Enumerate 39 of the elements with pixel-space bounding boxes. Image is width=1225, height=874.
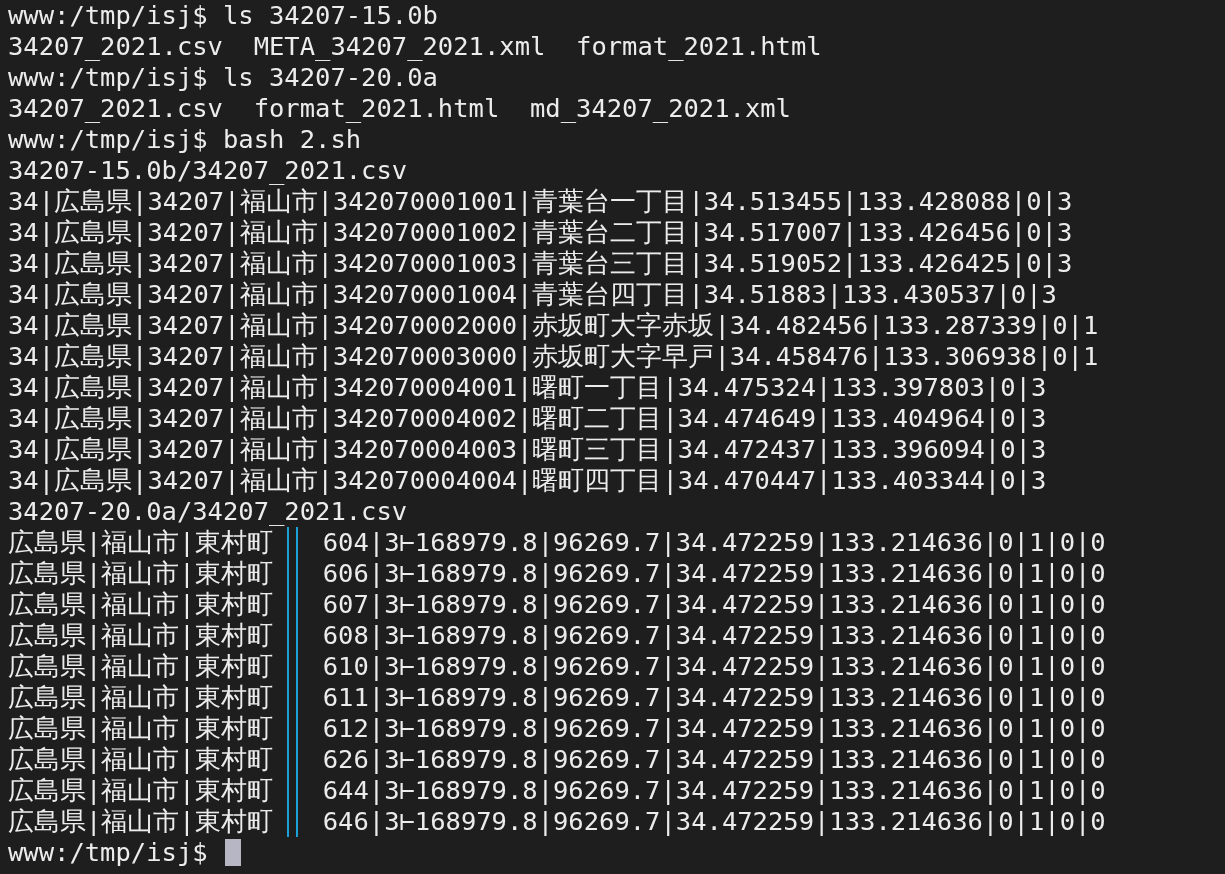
- terminal-line: 34|広島県|34207|福山市|342070001002|青葉台二丁目|34.517007|133.426456|0|3: [8, 217, 1073, 248]
- terminal-line: 604|3⊢168979.8|96269.7|34.472259|133.214636|0|1|0|0: [322, 527, 1106, 558]
- terminal-line: 広島県|福山市|東村町: [8, 620, 273, 651]
- terminal-line: 広島県|福山市|東村町: [8, 558, 273, 589]
- terminal-line: 607|3⊢168979.8|96269.7|34.472259|133.214636|0|1|0|0: [322, 589, 1106, 620]
- terminal-line: 広島県|福山市|東村町: [8, 806, 273, 837]
- terminal-line: 34|広島県|34207|福山市|342070001003|青葉台三丁目|34.519052|133.426425|0|3: [8, 248, 1073, 279]
- prompt: www:/tmp/isj$: [8, 837, 208, 868]
- terminal-line: 34|広島県|34207|福山市|342070001004|青葉台四丁目|34.51883|133.430537|0|3: [8, 279, 1057, 310]
- terminal-line: 広島県|福山市|東村町: [8, 775, 273, 806]
- terminal-line: www:/tmp/isj$ ls 34207-20.0a: [8, 62, 438, 93]
- terminal-line: 34|広島県|34207|福山市|342070002000|赤坂町大字赤坂|34.482456|133.287339|0|1: [8, 310, 1099, 341]
- terminal-line: 610|3⊢168979.8|96269.7|34.472259|133.214636|0|1|0|0: [322, 651, 1106, 682]
- terminal-line: 34|広島県|34207|福山市|342070001001|青葉台一丁目|34.513455|133.428088|0|3: [8, 186, 1073, 217]
- terminal-line: 34207_2021.csv META_34207_2021.xml format_2021.html: [8, 31, 822, 62]
- terminal-line: 606|3⊢168979.8|96269.7|34.472259|133.214636|0|1|0|0: [322, 558, 1106, 589]
- terminal-line: 34207-20.0a/34207_2021.csv: [8, 496, 408, 527]
- terminal-line: 612|3⊢168979.8|96269.7|34.472259|133.214636|0|1|0|0: [322, 713, 1106, 744]
- terminal-line: 広島県|福山市|東村町: [8, 682, 273, 713]
- terminal-line: 608|3⊢168979.8|96269.7|34.472259|133.214636|0|1|0|0: [322, 620, 1106, 651]
- terminal-line: 611|3⊢168979.8|96269.7|34.472259|133.214636|0|1|0|0: [322, 682, 1106, 713]
- terminal-line: 34|広島県|34207|福山市|342070004004|曙町四丁目|34.470447|133.403344|0|3: [8, 465, 1047, 496]
- terminal-line: 646|3⊢168979.8|96269.7|34.472259|133.214636|0|1|0|0: [322, 806, 1106, 837]
- terminal-line: www:/tmp/isj$ ls 34207-15.0b: [8, 0, 438, 31]
- terminal-line: 34|広島県|34207|福山市|342070004003|曙町三丁目|34.472437|133.396094|0|3: [8, 434, 1047, 465]
- terminal-line: 626|3⊢168979.8|96269.7|34.472259|133.214636|0|1|0|0: [322, 744, 1106, 775]
- terminal-line: 34|広島県|34207|福山市|342070004001|曙町一丁目|34.475324|133.397803|0|3: [8, 372, 1047, 403]
- terminal-line: www:/tmp/isj$ bash 2.sh: [8, 124, 362, 155]
- terminal-line: 広島県|福山市|東村町: [8, 651, 273, 682]
- terminal-line: 34|広島県|34207|福山市|342070003000|赤坂町大字早戸|34.458476|133.306938|0|1: [8, 341, 1099, 372]
- terminal-line: 広島県|福山市|東村町: [8, 527, 273, 558]
- terminal-line: 34207_2021.csv format_2021.html md_34207_2021.xml: [8, 93, 791, 124]
- terminal-line: 広島県|福山市|東村町: [8, 589, 273, 620]
- terminal-line: 34|広島県|34207|福山市|342070004002|曙町二丁目|34.474649|133.404964|0|3: [8, 403, 1047, 434]
- terminal-line: 644|3⊢168979.8|96269.7|34.472259|133.214636|0|1|0|0: [322, 775, 1106, 806]
- terminal-line: 広島県|福山市|東村町: [8, 744, 273, 775]
- terminal-line: 34207-15.0b/34207_2021.csv: [8, 155, 408, 186]
- cursor: [224, 839, 241, 866]
- terminal-line: 広島県|福山市|東村町: [8, 713, 273, 744]
